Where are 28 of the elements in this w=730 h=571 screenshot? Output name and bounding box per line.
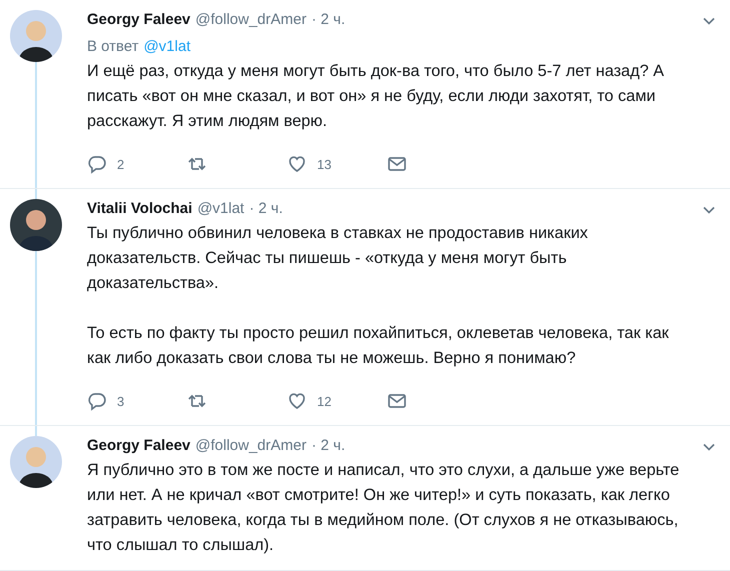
user-name[interactable]: Vitalii Volochai [87,200,192,216]
avatar[interactable] [10,436,62,488]
reply-icon[interactable] [87,391,107,411]
message-icon[interactable] [387,391,407,411]
tweet-text: Я публично это в том же посте и написал, что это слухи, а дальше уже верьте или нет. А не кричал «вот смотрите! Он же читер!» и суть показать, как легко затравить человека, когда ты в медийном поле. (От слухов я не отказываюсь, что слышал то слышал). [87,460,680,556]
reply-label: В ответ [87,38,139,55]
like-count: 12 [317,394,332,408]
message-icon[interactable] [387,154,407,174]
user-handle[interactable]: @v1lat [197,200,244,216]
reply-count: 2 [117,156,124,172]
reply-icon[interactable] [87,154,107,174]
mention-link[interactable]: @v1lat [144,38,190,55]
tweet-time[interactable]: · 2 ч. [249,200,283,216]
avatar[interactable] [10,10,62,62]
tweet-time[interactable]: · 2 ч. [311,436,346,454]
heart-icon[interactable] [287,391,307,411]
heart-icon[interactable] [287,154,307,174]
tweet-text: Ты публично обвинил человека в ставках не продоставив никаких доказательств. Сейчас ты пишешь - «откуда у меня могут быть доказательства». [87,223,589,294]
like-count: 13 [317,156,332,172]
tweet-text: И ещё раз, откуда у меня могут быть док-ва того, что было 5-7 лет назад? А писать «вот он мне сказал, и вот он» я не буду, если люди захотят, то сами расскажут. Я этим людям верю. [87,61,666,132]
user-handle[interactable]: @follow_drAmer [195,436,306,454]
avatar[interactable] [10,199,62,251]
reply-count: 3 [117,394,124,408]
tweet-text: То есть по факту ты просто решил похайпиться, оклеветав человека, так как как либо доказать свои слова ты не можешь. Верно я понимаю? [87,323,670,369]
user-handle[interactable]: @follow_drAmer [195,10,306,28]
user-name[interactable]: Georgy Faleev [87,10,190,28]
user-name[interactable]: Georgy Faleev [87,436,190,454]
tweet-time[interactable]: · 2 ч. [311,10,346,28]
